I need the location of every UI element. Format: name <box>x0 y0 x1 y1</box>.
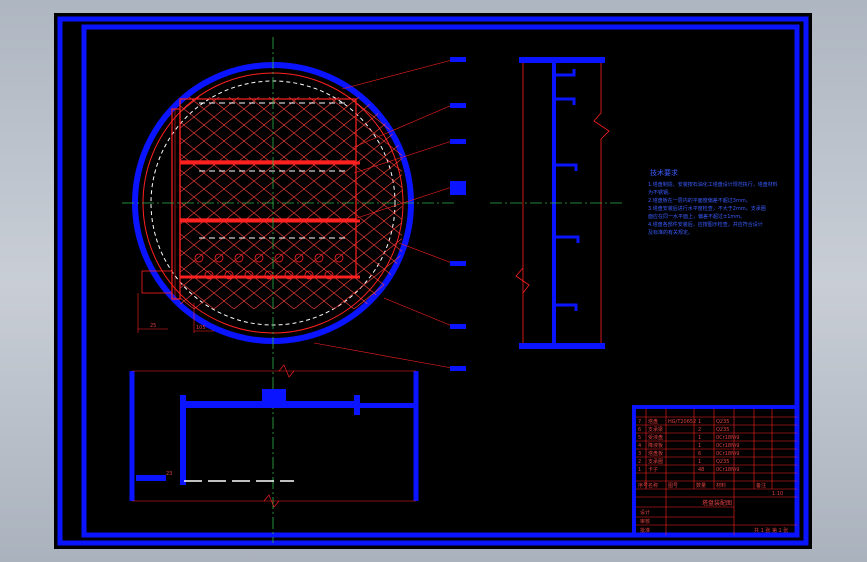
parts-list: 7 塔盘 HG/T20652 1 Q235 6 支承梁 2 Q235 5 受液盘… <box>638 418 766 489</box>
dim-left-width: 25 <box>150 323 156 329</box>
svg-text:1: 1 <box>698 435 701 441</box>
tb-checker: 审核 <box>640 518 650 525</box>
svg-text:0Cr18Ni9: 0Cr18Ni9 <box>716 467 739 473</box>
svg-text:序号: 序号 <box>638 482 648 489</box>
svg-text:塔盘: 塔盘 <box>648 418 658 425</box>
svg-text:1: 1 <box>698 419 701 425</box>
svg-text:6: 6 <box>638 427 641 433</box>
svg-text:数量: 数量 <box>696 482 706 489</box>
side-section <box>490 57 624 349</box>
svg-text:1: 1 <box>698 459 701 465</box>
tb-approver: 批准 <box>640 527 650 534</box>
tb-designer: 设计 <box>640 509 650 516</box>
tech-requirements-title: 技术要求 <box>650 168 678 177</box>
svg-text:0Cr18Ni9: 0Cr18Ni9 <box>716 435 739 441</box>
svg-text:2: 2 <box>698 427 701 433</box>
bottom-section: 23 <box>129 364 419 508</box>
downcomer <box>171 108 181 300</box>
drawing-name: 塔盘装配图 <box>702 499 732 507</box>
svg-text:支承梁: 支承梁 <box>648 426 663 433</box>
svg-text:图号: 图号 <box>668 483 678 489</box>
svg-text:Q235: Q235 <box>716 427 729 433</box>
svg-text:3: 3 <box>638 451 641 457</box>
svg-text:塔盘板: 塔盘板 <box>648 450 663 457</box>
svg-text:1: 1 <box>698 443 701 449</box>
svg-text:0Cr18Ni9: 0Cr18Ni9 <box>716 443 739 449</box>
svg-text:2: 2 <box>638 459 641 465</box>
tech-line-7: 及标准的有关规定。 <box>648 229 693 236</box>
title-block: 7 塔盘 HG/T20652 1 Q235 6 支承梁 2 Q235 5 受液盘… <box>632 405 799 537</box>
svg-text:4: 4 <box>638 443 641 449</box>
svg-text:Q235: Q235 <box>716 419 729 425</box>
tech-line-4: 3.塔盘安装后进行水平度检查，不大于2mm。支承圈 <box>648 205 766 212</box>
drawing-sheet: 25 105 23 技术要求 1.塔盘制造、安装按石油化工塔盘设计规范执行，塔盘… <box>54 13 812 549</box>
tech-line-1: 1.塔盘制造、安装按石油化工塔盘设计规范执行，塔盘材料 <box>648 181 778 188</box>
sheet-info: 共 1 张 第 1 张 <box>754 527 788 534</box>
svg-text:备注: 备注 <box>756 482 766 489</box>
svg-text:0Cr18Ni9: 0Cr18Ni9 <box>716 451 739 457</box>
svg-text:1: 1 <box>638 467 641 473</box>
dim-section-depth: 23 <box>166 471 172 477</box>
drawing-scale: 1:10 <box>772 491 783 497</box>
svg-text:Q235: Q235 <box>716 459 729 465</box>
svg-text:名称: 名称 <box>648 482 658 489</box>
svg-text:降液板: 降液板 <box>648 442 663 449</box>
plan-view: 25 105 <box>122 37 454 543</box>
svg-text:材料: 材料 <box>716 482 726 489</box>
dim-left-offset: 105 <box>196 325 206 331</box>
svg-text:7: 7 <box>638 419 641 425</box>
svg-text:6: 6 <box>698 451 701 457</box>
svg-text:受液盘: 受液盘 <box>648 434 663 441</box>
svg-text:HG/T20652: HG/T20652 <box>668 419 696 425</box>
svg-text:支承圈: 支承圈 <box>648 458 663 465</box>
tech-line-3: 2.塔盘板在一层内的平面度偏差不超过3mm。 <box>648 197 751 204</box>
tech-requirements: 技术要求 1.塔盘制造、安装按石油化工塔盘设计规范执行，塔盘材料 为不锈钢。 2… <box>648 168 778 236</box>
tech-line-6: 4.塔盘各部件安装后，应按图示检查，并应符合设计 <box>648 221 763 228</box>
svg-text:48: 48 <box>698 467 704 473</box>
svg-text:5: 5 <box>638 435 641 441</box>
tech-line-5: 面应在同一水平面上，偏差不超过±1mm。 <box>648 213 745 220</box>
callout-tags <box>450 57 466 371</box>
svg-text:卡子: 卡子 <box>648 466 658 473</box>
tech-line-2: 为不锈钢。 <box>648 189 673 196</box>
